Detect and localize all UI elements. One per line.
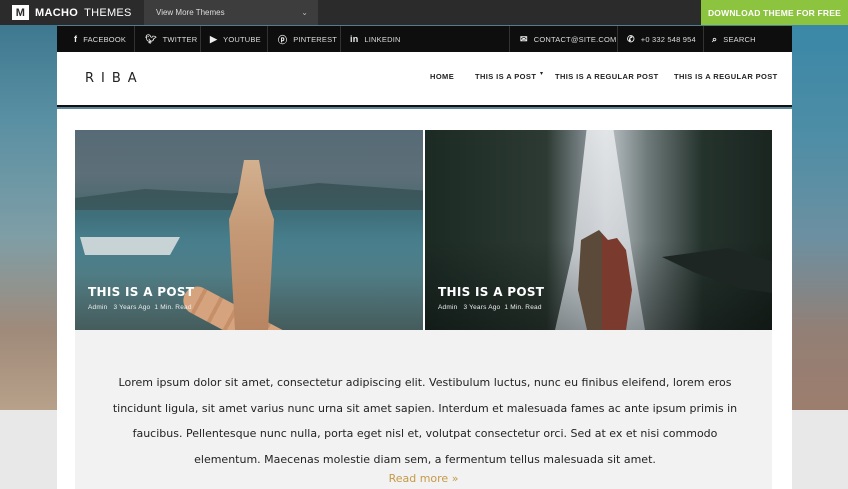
divider (267, 26, 268, 52)
envelope-icon: ✉ (520, 33, 528, 44)
search-label: SEARCH (723, 34, 756, 44)
youtube-label: YOUTUBE (223, 34, 261, 44)
post-excerpt: Lorem ipsum dolor sit amet, consectetur … (112, 376, 738, 466)
post-age: 3 Years Ago (463, 304, 501, 311)
post-excerpt-panel: Lorem ipsum dolor sit amet, consectetur … (75, 330, 772, 489)
macho-logo-icon: M (12, 5, 29, 20)
divider (509, 26, 510, 52)
brand-name-light: THEMES (84, 6, 132, 19)
featured-post-card[interactable]: THIS IS A POST Admin 3 Years Ago 1 Min. … (425, 130, 772, 330)
phone-icon: ✆ (627, 33, 635, 44)
linkedin-label: LINKEDIN (364, 34, 401, 44)
post-age: 3 Years Ago (113, 304, 151, 311)
social-link-linkedin[interactable]: in LINKEDIN (350, 26, 401, 52)
contact-email: CONTACT@SITE.COM (533, 34, 617, 44)
pinterest-label: PINTEREST (293, 34, 338, 44)
divider (200, 26, 201, 52)
read-more-link[interactable]: Read more » (75, 472, 772, 485)
view-more-themes-dropdown[interactable]: View More Themes ⌄ (144, 0, 318, 25)
post-read-time: 1 Min. Read (154, 304, 192, 311)
post-image-boat (80, 237, 180, 255)
contact-email-link[interactable]: ✉ CONTACT@SITE.COM (520, 26, 617, 52)
background-bottom-right (790, 410, 848, 489)
social-link-facebook[interactable]: f FACEBOOK (74, 26, 126, 52)
divider (703, 26, 704, 52)
nav-item-regular-post-2[interactable]: THIS IS A REGULAR POST (674, 72, 778, 81)
background-bottom-left (0, 410, 58, 489)
search-icon: ⌕ (712, 33, 718, 44)
facebook-label: FACEBOOK (83, 34, 127, 44)
post-meta: Admin 3 Years Ago 1 Min. Read (438, 304, 542, 311)
divider (617, 26, 618, 52)
post-image-rock (662, 248, 772, 293)
contact-phone[interactable]: ✆ +0 332 548 954 (627, 26, 696, 52)
pinterest-icon: ⓟ (278, 34, 288, 45)
divider (340, 26, 341, 52)
twitter-icon: 🐦︎ (145, 33, 157, 44)
post-meta: Admin 3 Years Ago 1 Min. Read (88, 304, 192, 311)
social-link-youtube[interactable]: ▶ YOUTUBE (210, 26, 261, 52)
post-title[interactable]: THIS IS A POST (438, 285, 544, 299)
brand-name-bold: MACHO (35, 6, 79, 19)
contact-phone-number: +0 332 548 954 (640, 34, 696, 44)
background-right-edge (790, 25, 848, 410)
site-logo[interactable]: RIBA (85, 71, 144, 86)
post-author: Admin (438, 304, 458, 311)
social-link-twitter[interactable]: 🐦︎ TWITTER (145, 26, 197, 52)
youtube-icon: ▶ (210, 33, 218, 44)
site-header: RIBA HOME THIS IS A POST ▾ THIS IS A REG… (57, 52, 792, 107)
chevron-down-icon: ⌄ (301, 8, 308, 17)
linkedin-icon: in (350, 34, 359, 44)
post-read-time: 1 Min. Read (504, 304, 542, 311)
twitter-label: TWITTER (162, 34, 198, 44)
nav-item-home[interactable]: HOME (430, 72, 454, 81)
theme-select-label: View More Themes (156, 8, 225, 17)
download-theme-button[interactable]: DOWNLOAD THEME FOR FREE (701, 0, 848, 25)
social-link-pinterest[interactable]: ⓟ PINTEREST (278, 26, 337, 52)
nav-item-this-is-a-post[interactable]: THIS IS A POST (475, 72, 536, 81)
top-promo-bar: M MACHO THEMES View More Themes ⌄ DOWNLO… (0, 0, 848, 25)
post-author: Admin (88, 304, 108, 311)
facebook-icon: f (74, 34, 78, 44)
featured-post-card[interactable]: THIS IS A POST Admin 3 Years Ago 1 Min. … (75, 130, 423, 330)
divider (134, 26, 135, 52)
caret-down-icon: ▾ (540, 70, 544, 77)
social-bar: f FACEBOOK 🐦︎ TWITTER ▶ YOUTUBE ⓟ PINTER… (57, 26, 792, 52)
macho-themes-logo[interactable]: M MACHO THEMES (12, 4, 132, 21)
nav-item-regular-post-1[interactable]: THIS IS A REGULAR POST (555, 72, 659, 81)
search-button[interactable]: ⌕ SEARCH (712, 26, 756, 52)
background-left-edge (0, 25, 58, 410)
post-title[interactable]: THIS IS A POST (88, 285, 194, 299)
